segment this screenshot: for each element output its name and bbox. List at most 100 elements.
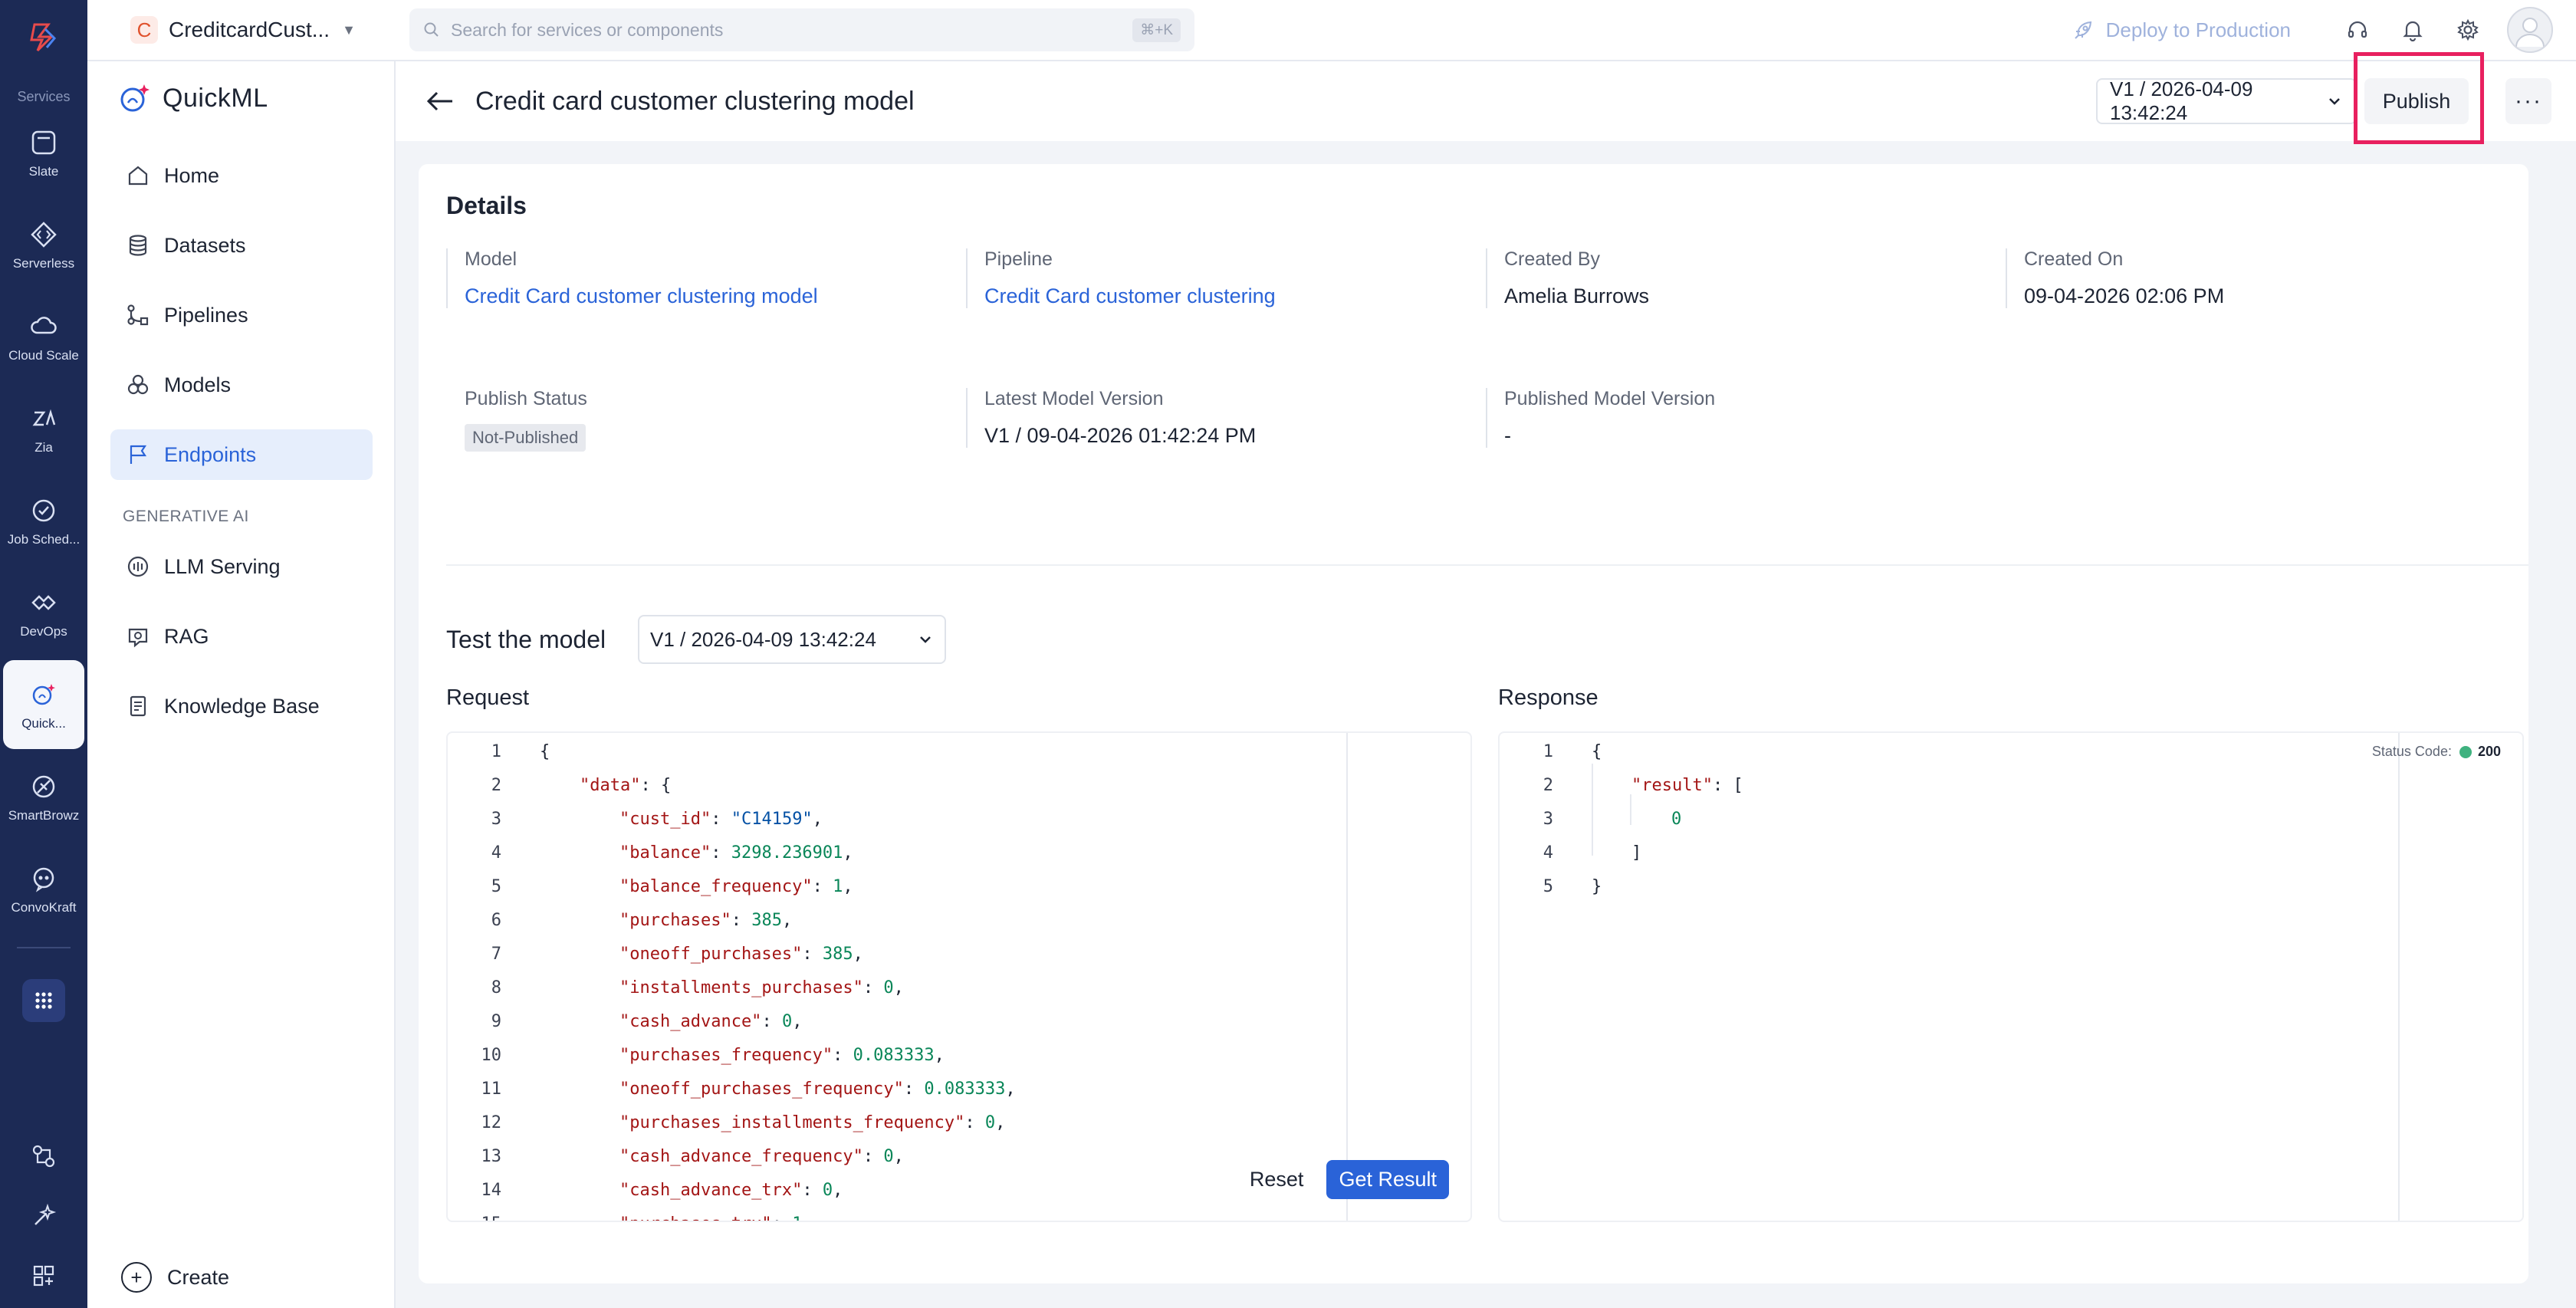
code-line: 15 "purchases_trx": 1, bbox=[448, 1208, 813, 1221]
quickml-icon bbox=[27, 678, 61, 712]
smartbrowz-icon bbox=[27, 770, 61, 804]
integrations-icon[interactable] bbox=[27, 1139, 61, 1173]
tools-icon[interactable] bbox=[27, 1199, 61, 1233]
code-token: : bbox=[802, 1180, 823, 1200]
rail-item-label: Zia bbox=[34, 440, 53, 455]
flag-icon bbox=[123, 439, 153, 470]
apps-icon[interactable] bbox=[27, 1259, 61, 1293]
line-number: 10 bbox=[481, 1045, 502, 1065]
rail-item-convokraft[interactable]: ConvoKraft bbox=[3, 844, 84, 933]
code-token: 385 bbox=[822, 944, 853, 964]
user-avatar[interactable] bbox=[2507, 7, 2553, 53]
code-line: 4 "balance": 3298.236901, bbox=[448, 837, 853, 868]
get-result-button[interactable]: Get Result bbox=[1326, 1160, 1449, 1199]
nav-item-home[interactable]: Home bbox=[110, 150, 373, 201]
search-input[interactable]: Search for services or components bbox=[451, 20, 1132, 41]
nav-list: Home Datasets Pipelines Models Endpoints bbox=[87, 150, 394, 480]
code-line: 1{ bbox=[1500, 736, 1602, 767]
pipeline-link[interactable]: Credit Card customer clustering bbox=[984, 284, 1457, 308]
project-switcher[interactable]: C CreditcardCust... ▼ bbox=[130, 16, 356, 44]
nav-item-llm-serving[interactable]: LLM Serving bbox=[110, 541, 373, 592]
code-token: 0.083333 bbox=[924, 1079, 1006, 1099]
detail-value: V1 / 09-04-2026 01:42:24 PM bbox=[984, 424, 1257, 447]
rail-item-label: DevOps bbox=[20, 624, 67, 639]
code-token: , bbox=[893, 1146, 904, 1166]
line-number: 3 bbox=[1543, 809, 1553, 829]
bell-icon[interactable] bbox=[2397, 14, 2429, 46]
code-line: 5 "balance_frequency": 1, bbox=[448, 871, 853, 902]
nav-section-generative-ai: GENERATIVE AI bbox=[123, 508, 249, 525]
app-title: QuickML bbox=[163, 83, 268, 113]
nav-item-datasets[interactable]: Datasets bbox=[110, 220, 373, 271]
rail-item-devops[interactable]: DevOps bbox=[3, 568, 84, 657]
response-editor[interactable]: Status Code: 200 1{2 "result": [3 0 4] 5} bbox=[1498, 731, 2524, 1222]
rail-item-cloud-scale[interactable]: Cloud Scale bbox=[3, 292, 84, 381]
gear-icon[interactable] bbox=[2452, 14, 2484, 46]
rail-item-label: Slate bbox=[28, 164, 59, 179]
nav-item-models[interactable]: Models bbox=[110, 360, 373, 410]
code-token: "cash_advance_trx" bbox=[619, 1180, 803, 1200]
test-model-title: Test the model bbox=[446, 626, 606, 653]
code-token: "balance" bbox=[619, 843, 711, 863]
home-icon bbox=[123, 160, 153, 191]
all-services-grid-icon[interactable] bbox=[22, 979, 65, 1022]
caret-down-icon: ▼ bbox=[342, 21, 356, 38]
llm-serving-icon bbox=[123, 551, 153, 582]
code-token: : bbox=[812, 876, 833, 896]
reset-button[interactable]: Reset bbox=[1238, 1160, 1315, 1199]
nav-item-knowledge-base[interactable]: Knowledge Base bbox=[110, 681, 373, 731]
rail-item-label: Quick... bbox=[21, 716, 66, 731]
headset-icon[interactable] bbox=[2341, 14, 2374, 46]
line-number: 8 bbox=[491, 978, 501, 997]
code-token: : [ bbox=[1712, 775, 1743, 795]
nav-item-pipelines[interactable]: Pipelines bbox=[110, 290, 373, 340]
create-button[interactable]: + Create bbox=[121, 1262, 229, 1293]
details-title: Details bbox=[446, 192, 527, 219]
request-editor[interactable]: Reset Get Result 1{2 "data": {3 "cust_id":… bbox=[446, 731, 1472, 1222]
rail-item-serverless[interactable]: Serverless bbox=[3, 200, 84, 289]
code-token: 1 bbox=[833, 876, 843, 896]
global-search[interactable]: Search for services or components ⌘+K bbox=[409, 8, 1194, 51]
code-token: , bbox=[893, 978, 904, 997]
line-number: 4 bbox=[1543, 843, 1553, 863]
detail-publish-status: Publish Status Not-Published bbox=[446, 388, 937, 452]
detail-label: Created On bbox=[2024, 248, 2124, 270]
nav-item-rag[interactable]: RAG bbox=[110, 611, 373, 662]
rag-icon bbox=[123, 621, 153, 652]
test-version-select[interactable]: V1 / 2026-04-09 13:42:24 bbox=[638, 615, 946, 664]
code-token: ] bbox=[1631, 843, 1642, 863]
version-select[interactable]: V1 / 2026-04-09 13:42:24 bbox=[2096, 77, 2357, 124]
rail-item-slate[interactable]: Slate bbox=[3, 108, 84, 197]
rail-item-label: Job Sched... bbox=[7, 532, 80, 547]
rail-item-job-scheduler[interactable]: Job Sched... bbox=[3, 476, 84, 565]
code-token: 0.083333 bbox=[853, 1045, 935, 1065]
rail-item-zia[interactable]: Zia bbox=[3, 384, 84, 473]
code-text: "data": { bbox=[580, 776, 671, 795]
model-link[interactable]: Credit Card customer clustering model bbox=[465, 284, 937, 308]
code-token: : bbox=[772, 1214, 793, 1221]
database-icon bbox=[123, 230, 153, 261]
code-token: 0 bbox=[1671, 809, 1682, 829]
code-line: 5} bbox=[1500, 871, 1602, 902]
code-line: 4] bbox=[1500, 837, 1642, 868]
detail-created-on: Created On 09-04-2026 02:06 PM bbox=[2006, 248, 2496, 308]
code-line: 1{ bbox=[448, 736, 550, 767]
code-text: } bbox=[1592, 877, 1602, 896]
catalyst-logo-icon[interactable] bbox=[21, 14, 67, 60]
back-arrow-icon[interactable] bbox=[422, 83, 458, 120]
detail-label: Model bbox=[465, 248, 518, 270]
deploy-to-production-button[interactable]: Deploy to Production bbox=[2072, 18, 2291, 42]
nav-item-endpoints[interactable]: Endpoints bbox=[110, 429, 373, 480]
code-token: : bbox=[863, 978, 884, 997]
code-text: "purchases_frequency": 0.083333, bbox=[619, 1046, 945, 1065]
rail-item-quickml[interactable]: Quick... bbox=[3, 660, 84, 749]
code-text: 0 bbox=[1671, 810, 1681, 829]
code-token: "purchases_trx" bbox=[619, 1214, 772, 1221]
publish-button[interactable]: Publish bbox=[2364, 78, 2469, 124]
rocket-icon bbox=[2074, 21, 2091, 39]
more-options-button[interactable]: ··· bbox=[2505, 78, 2551, 124]
rail-item-smartbrowz[interactable]: SmartBrowz bbox=[3, 752, 84, 841]
code-text: "cash_advance_frequency": 0, bbox=[619, 1147, 904, 1166]
detail-value: 09-04-2026 02:06 PM bbox=[2024, 284, 2225, 307]
page-title: Credit card customer clustering model bbox=[475, 86, 915, 116]
